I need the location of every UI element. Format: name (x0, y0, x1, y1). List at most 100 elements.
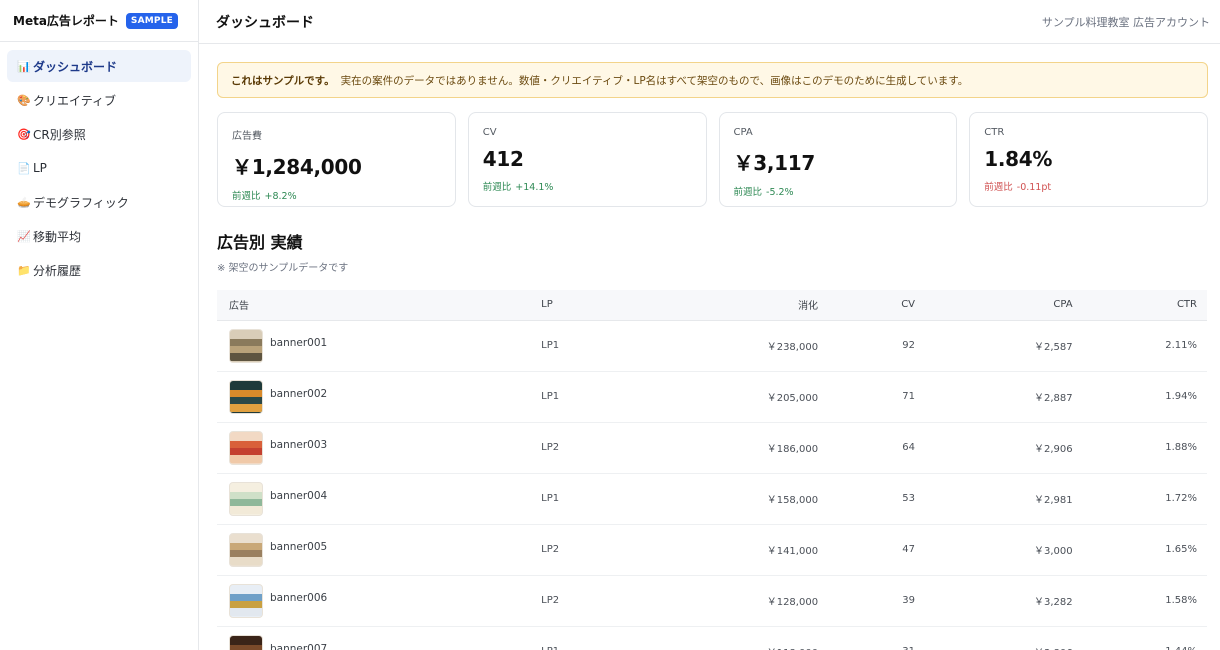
cell-ad: banner006 (217, 575, 532, 627)
table-row[interactable]: banner007 LP1￥118,00031￥3,8061.44% (217, 626, 1207, 650)
cell-cpa: ￥2,981 (915, 473, 1073, 525)
nav-icon: 🎨 (17, 93, 31, 107)
creative-thumbnail[interactable] (229, 532, 263, 567)
kpi-delta: 前週比 -5.2% (734, 184, 943, 198)
cell-spend: ￥186,000 (658, 422, 819, 474)
ad-name[interactable]: banner007 (270, 643, 327, 650)
cell-lp: LP2 (531, 575, 659, 627)
cell-cv: 39 (818, 575, 916, 627)
sidebar-item-6[interactable]: 📁 分析履歴 (7, 254, 191, 286)
sidebar-item-2[interactable]: 🎯 CR別参照 (7, 118, 191, 150)
table-row[interactable]: banner006 LP2 ￥128,000 39 ￥3,282 1.58% (217, 575, 1207, 627)
table-header-row: 広告 LP 消化 CV CPA CTR (217, 290, 1207, 321)
creative-thumbnail[interactable] (229, 328, 263, 363)
cell-cv: 47 (818, 524, 916, 576)
cell-cpa: ￥2,587 (915, 320, 1073, 372)
cell-cv: 71 (818, 371, 916, 423)
ad-name[interactable]: banner001 (270, 337, 327, 349)
cell-ctr: 1.94% (1072, 371, 1207, 423)
sample-notice: これはサンプルです。 実在の案件のデータではありません。数値・クリエイティブ・L… (217, 62, 1208, 98)
kpi-value: 1.84% (984, 147, 1053, 171)
col-cpa[interactable]: CPA (915, 290, 1073, 321)
cell-lp: LP1 (531, 626, 659, 650)
table-row[interactable]: banner001 LP1 ￥238,000 92 ￥2,587 2.11% (217, 320, 1207, 372)
kpi-value: ￥3,117 (733, 151, 816, 175)
cell-ad: banner004 (217, 473, 532, 525)
nav-icon: 📊 (17, 59, 31, 73)
nav-icon: 📄 (17, 161, 31, 175)
sidebar-item-label: デモグラフィック (33, 195, 129, 210)
cell-ctr: 1.44% (1072, 626, 1207, 650)
brand-title: Meta広告レポート (13, 14, 119, 28)
creative-thumbnail[interactable] (229, 430, 263, 465)
nav-icon: 🎯 (17, 127, 31, 141)
table-row[interactable]: banner003 LP2 ￥186,000 64 ￥2,906 1.88% (217, 422, 1207, 474)
cell-spend: ￥141,000 (658, 524, 819, 576)
cell-cv: 64 (818, 422, 916, 474)
section-subtitle: ※ 架空のサンプルデータです (217, 263, 349, 274)
sidebar-item-label: クリエイティブ (33, 93, 117, 108)
cell-ctr: 1.88% (1072, 422, 1207, 474)
sidebar-item-5[interactable]: 📈 移動平均 (7, 220, 191, 252)
cell-ctr: 1.72% (1072, 473, 1207, 525)
col-cv[interactable]: CV (818, 290, 916, 321)
creative-thumbnail[interactable] (229, 379, 263, 414)
col-ad[interactable]: 広告 (217, 290, 532, 321)
sidebar-item-1[interactable]: 🎨 クリエイティブ (7, 84, 191, 116)
kpi-delta-value: -5.2% (766, 187, 794, 198)
ad-performance-table: 広告 LP 消化 CV CPA CTR banner001 LP1 ￥238,000… (217, 290, 1207, 650)
kpi-label: 広告費 (232, 131, 262, 142)
kpi-label: CPA (733, 127, 753, 138)
cell-lp: LP1 (531, 371, 659, 423)
ad-name[interactable]: banner006 (270, 592, 327, 604)
col-ctr[interactable]: CTR (1072, 290, 1207, 321)
cell-cv: 92 (818, 320, 916, 372)
kpi-delta-label: 前週比 (482, 182, 512, 193)
sidebar-item-label: LP (33, 161, 47, 175)
nav-icon: 📈 (17, 229, 31, 243)
sidebar-item-4[interactable]: 🥧 デモグラフィック (7, 186, 191, 218)
topbar: ダッシュボード サンプル料理教室 広告アカウント (199, 0, 1220, 44)
ad-name[interactable]: banner005 (270, 541, 327, 553)
sidebar-item-3[interactable]: 📄 LP (7, 152, 191, 184)
sidebar-item-label: ダッシュボード (33, 59, 118, 74)
col-spend[interactable]: 消化 (658, 290, 819, 321)
section-title: 広告別 実績 (217, 233, 303, 252)
sidebar-item-label: 移動平均 (33, 229, 82, 244)
cell-spend: ￥158,000 (658, 473, 819, 525)
notice-strong: これはサンプルです。 (231, 74, 335, 87)
ad-name[interactable]: banner003 (270, 439, 327, 451)
table-row[interactable]: banner004 LP1 ￥158,000 53 ￥2,981 1.72% (217, 473, 1207, 525)
kpi-delta: 前週比 +14.1% (483, 179, 692, 193)
cell-ctr: 2.11% (1072, 320, 1207, 372)
cell-ctr: 1.65% (1072, 524, 1207, 576)
table-row[interactable]: banner002 LP1 ￥205,000 71 ￥2,887 1.94% (217, 371, 1207, 423)
creative-thumbnail[interactable] (229, 583, 263, 618)
cell-ad: banner005 (217, 524, 532, 576)
main-area: ダッシュボード サンプル料理教室 広告アカウント これはサンプルです。 実在の案… (199, 0, 1220, 650)
cell-lp: LP2 (531, 422, 659, 474)
cell-lp: LP1 (531, 473, 659, 525)
ad-name[interactable]: banner004 (270, 490, 327, 502)
sidebar-item-label: 分析履歴 (33, 263, 82, 278)
col-lp[interactable]: LP (531, 290, 659, 321)
cell-cv: 31 (818, 626, 916, 650)
cell-ad: banner003 (217, 422, 532, 474)
sidebar-nav: 📊 ダッシュボード 🎨 クリエイティブ 🎯 CR別参照 📄 LP 🥧 デモグラフィック 📈 移動平均 📁… (0, 42, 198, 296)
cell-ctr: 1.58% (1072, 575, 1207, 627)
kpi-delta-value: +8.2% (264, 191, 297, 202)
cell-ad: banner002 (217, 371, 532, 423)
kpi-delta-label: 前週比 (232, 191, 261, 202)
creative-thumbnail[interactable] (229, 634, 263, 650)
table-row[interactable]: banner005 LP2 ￥141,000 47 ￥3,000 1.65% (217, 524, 1207, 576)
kpi-label: CTR (984, 127, 1005, 138)
kpi-label: CV (482, 127, 497, 138)
cell-cpa: ￥2,887 (915, 371, 1073, 423)
creative-thumbnail[interactable] (229, 481, 263, 516)
cell-cv: 53 (818, 473, 916, 525)
cell-cpa: ￥2,906 (915, 422, 1073, 474)
account-name[interactable]: サンプル料理教室 広告アカウント (1042, 14, 1210, 30)
kpi-delta-label: 前週比 (733, 187, 763, 198)
sidebar-item-0[interactable]: 📊 ダッシュボード (7, 50, 191, 82)
ad-name[interactable]: banner002 (270, 388, 327, 400)
